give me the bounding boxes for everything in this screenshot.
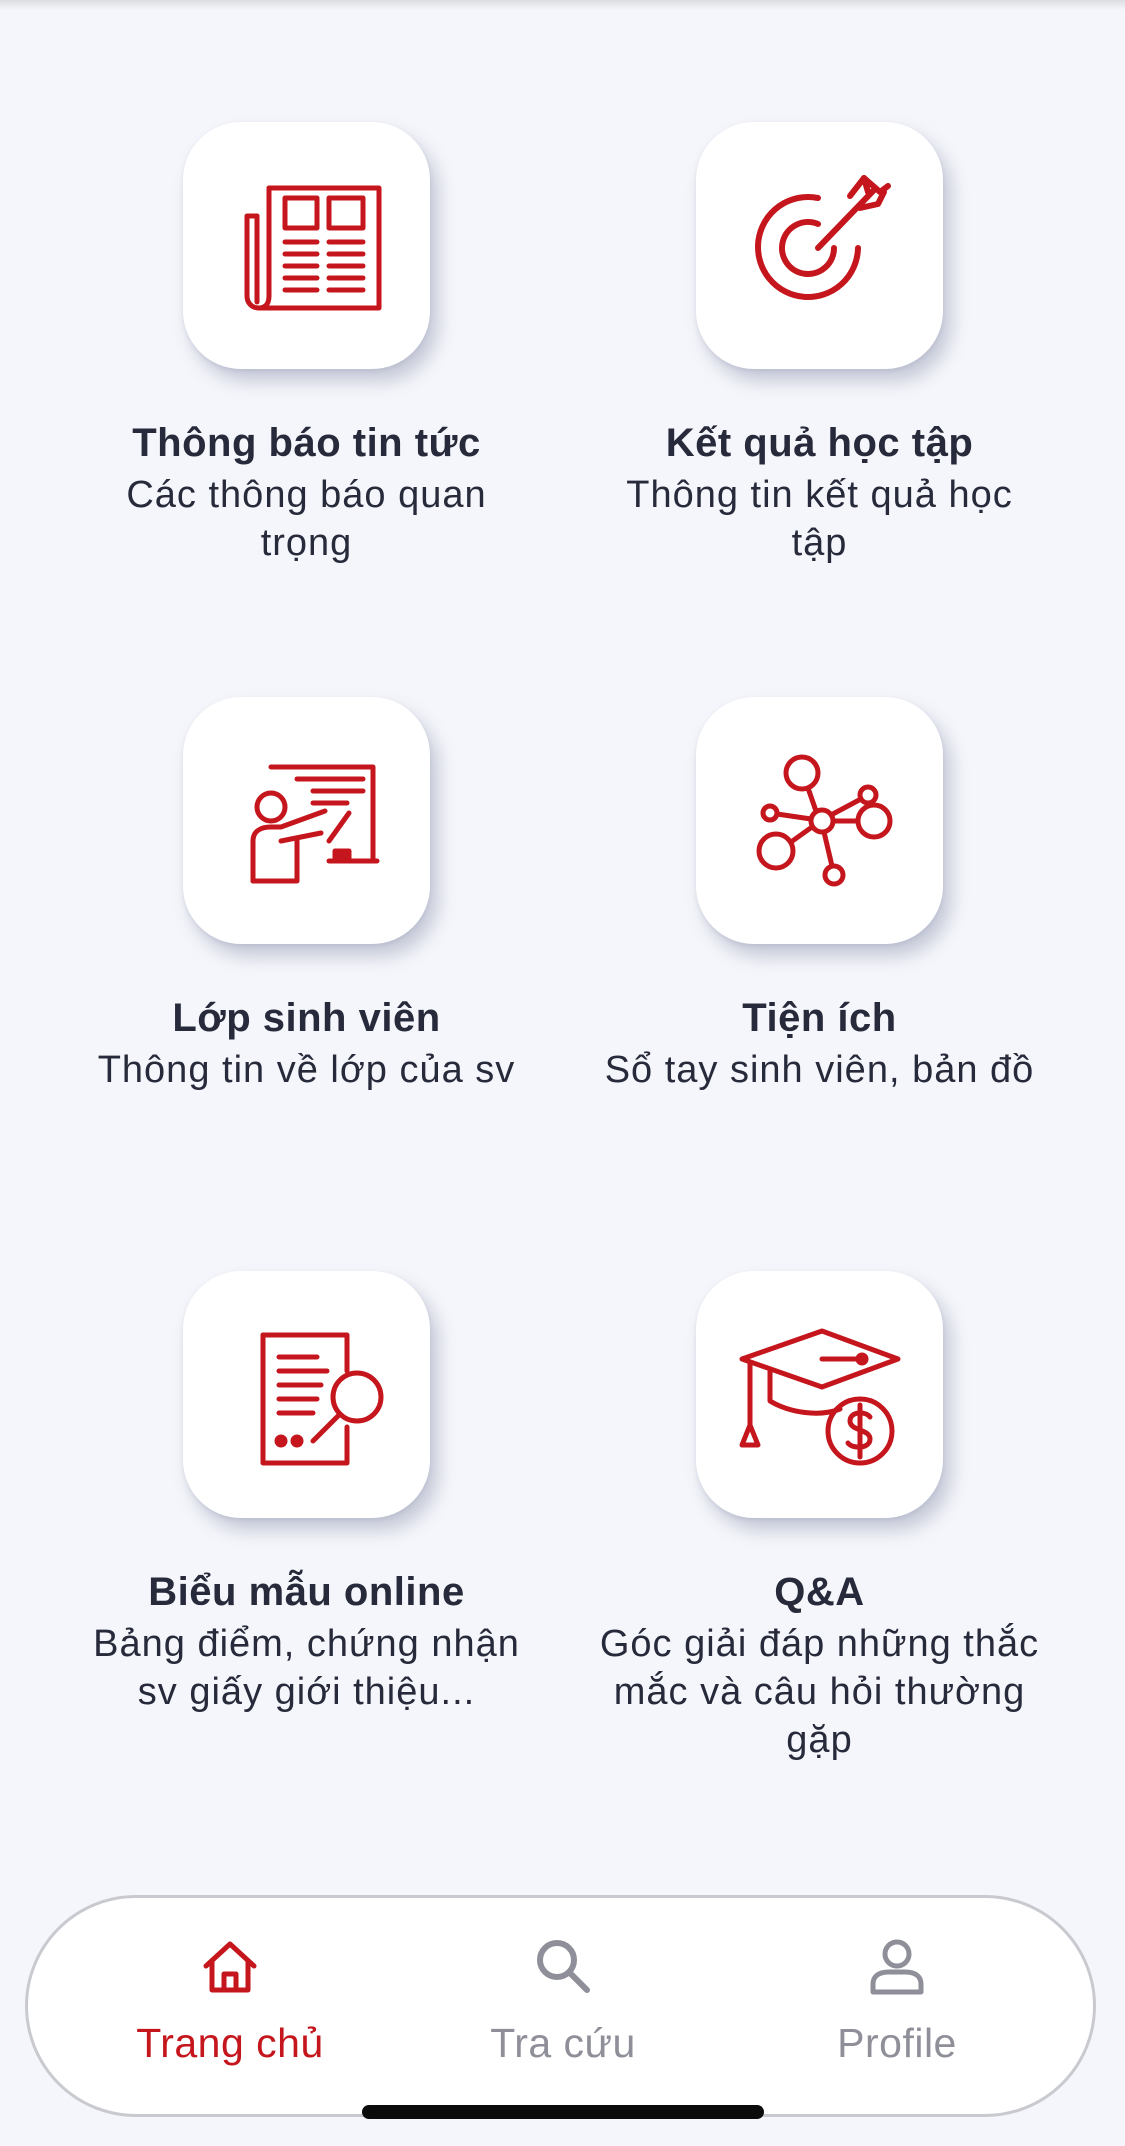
tile-title: Lớp sinh viên [172,996,441,1040]
tile-icon-box [696,122,943,369]
tile-description: Thông tin về lớp của sv [97,1049,516,1091]
tile-icon-box [696,697,943,944]
nav-label-home: Trang chủ [136,2020,324,2066]
tile-online-forms[interactable]: Biểu mẫu online Bảng điểm, chứng nhận sv… [50,1271,563,1716]
tile-title: Q&A [774,1570,865,1614]
tile-icon-box [183,1271,430,1518]
nav-item-search[interactable]: Tra cứu [413,1898,713,2120]
tile-utilities[interactable]: Tiện ích Sổ tay sinh viên, bản đồ [563,697,1076,1094]
tile-results[interactable]: Kết quả học tập Thông tin kết quả học tậ… [563,122,1076,567]
nav-label-profile: Profile [837,2020,957,2066]
nav-label-search: Tra cứu [490,2020,636,2066]
home-indicator [362,2105,764,2119]
tile-news[interactable]: Thông báo tin tức Các thông báo quan trọ… [50,122,563,567]
home-screen: Thông báo tin tức Các thông báo quan trọ… [0,0,1125,2146]
tile-class[interactable]: Lớp sinh viên Thông tin về lớp của sv [50,697,563,1094]
tile-description: Bảng điểm, chứng nhận sv giấy giới thiệu… [93,1623,520,1713]
tile-description: Các thông báo quan trọng [126,474,487,564]
user-icon [870,1939,924,1995]
tile-description: Góc giải đáp những thắc mắc và câu hỏi t… [599,1623,1040,1761]
tile-description: Thông tin kết quả học tập [626,474,1013,564]
newspaper-icon [244,185,381,310]
graduation-cap-dollar-icon [739,1328,900,1465]
target-icon [754,174,891,300]
tile-description: Sổ tay sinh viên, bản đồ [604,1049,1035,1091]
nav-item-profile[interactable]: Profile [747,1898,1047,2120]
document-search-icon [260,1332,383,1465]
header-shadow [0,0,1125,10]
teacher-board-icon [250,764,379,883]
nav-item-home[interactable]: Trang chủ [80,1898,380,2120]
tile-title: Kết quả học tập [665,421,974,465]
tile-icon-box [696,1271,943,1518]
tile-title: Tiện ích [742,996,897,1040]
tile-title: Biểu mẫu online [148,1570,465,1614]
tile-title: Thông báo tin tức [132,421,481,465]
network-nodes-icon [756,754,892,886]
tile-icon-box [183,697,430,944]
home-icon [203,1941,257,1993]
tile-qa[interactable]: Q&A Góc giải đáp những thắc mắc và câu h… [563,1271,1076,1764]
tile-icon-box [183,122,430,369]
search-icon [537,1940,590,1993]
bottom-navigation: Trang chủ Tra cứu Profile [25,1895,1096,2117]
